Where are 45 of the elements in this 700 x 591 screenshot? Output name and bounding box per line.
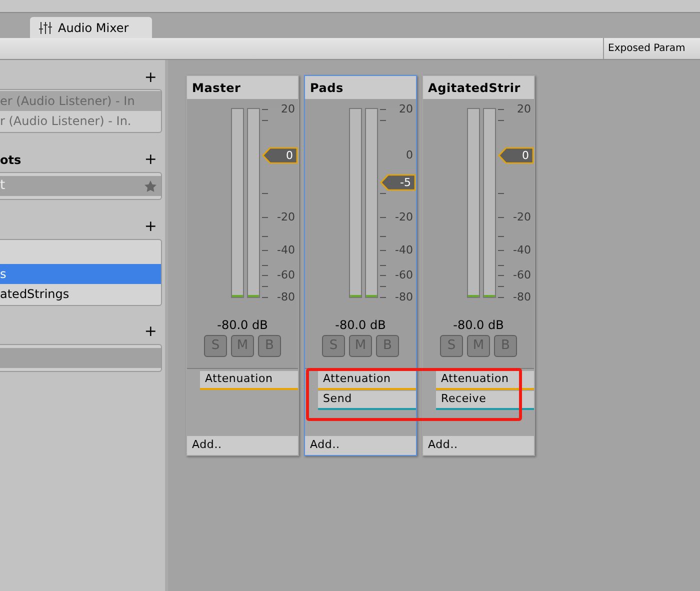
exposed-parameters-button[interactable]: Exposed Param <box>603 38 700 59</box>
add-effect-button[interactable]: Add.. <box>423 436 534 455</box>
scale-label: -60 <box>395 270 413 280</box>
list-item[interactable]: s <box>0 264 161 284</box>
scale-label: 20 <box>517 104 531 114</box>
scale-label: 20 <box>281 104 295 114</box>
volume-reading: -80.0 dB <box>334 319 387 331</box>
scale-label: -80 <box>277 292 295 302</box>
scale-label: 20 <box>399 104 413 114</box>
list-item[interactable]: atedStrings <box>0 284 161 304</box>
scale-label: -40 <box>513 244 531 256</box>
add-button[interactable]: + <box>144 152 157 167</box>
scale-label: 0 <box>406 150 413 160</box>
section-title: ots <box>0 152 22 168</box>
star-icon <box>144 180 157 192</box>
scale-label: -20 <box>513 212 531 222</box>
effect-slot[interactable]: Receive <box>436 391 534 410</box>
fader-handle[interactable]: -5 <box>380 174 416 191</box>
add-effect-button[interactable]: Add.. <box>187 436 298 455</box>
scale-label: -80 <box>395 292 413 302</box>
scale-label: -40 <box>395 244 413 256</box>
strip-title: Pads <box>310 80 344 96</box>
scale-label: -20 <box>395 212 413 222</box>
effect-slot[interactable]: Attenuation <box>200 371 298 390</box>
effect-slot[interactable]: Attenuation <box>318 371 416 390</box>
window-tab[interactable]: Audio Mixer <box>30 17 152 38</box>
scale-label: -40 <box>277 244 295 256</box>
add-button[interactable]: + <box>144 219 157 234</box>
add-effect-button[interactable]: Add.. <box>305 436 416 455</box>
list-item[interactable] <box>0 348 161 368</box>
add-button[interactable]: + <box>144 70 157 85</box>
effect-slot[interactable]: Send <box>318 391 416 410</box>
volume-reading: -80.0 dB <box>452 319 505 331</box>
volume-reading: -80.0 dB <box>216 319 269 331</box>
scale-label: -60 <box>277 270 295 280</box>
effect-slot[interactable]: Attenuation <box>436 371 534 390</box>
fader-handle[interactable]: 0 <box>498 146 534 164</box>
add-button[interactable]: + <box>144 324 157 339</box>
mixer-icon <box>39 22 52 34</box>
fader-handle[interactable]: 0 <box>262 146 298 164</box>
strip-title: AgitatedStrir <box>428 80 521 96</box>
scale-label: -80 <box>513 292 531 302</box>
scale-label: -20 <box>277 212 295 222</box>
strip-title: Master <box>192 80 241 96</box>
scale-label: -60 <box>513 270 531 280</box>
